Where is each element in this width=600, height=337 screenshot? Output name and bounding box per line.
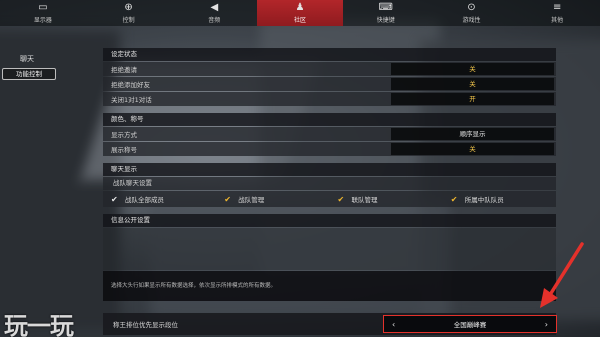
tab-community[interactable]: ♟ 社区 [257, 0, 343, 26]
setting-row: 关闭1对1对话 开 [103, 92, 556, 106]
gamepad-icon: ⊕ [124, 2, 133, 13]
checkmark-icon: ✔ [224, 194, 231, 204]
reject-invite-toggle[interactable]: 关 [391, 63, 554, 75]
chat-subheader: 战队聊天设置 [103, 177, 556, 190]
annotation-arrow-icon [540, 242, 584, 308]
monitor-icon: ▭ [38, 2, 48, 13]
tab-label: 其他 [551, 17, 564, 24]
tab-label: 控制 [122, 17, 135, 24]
setting-row: 拒绝添加好友 关 [103, 77, 556, 91]
chevron-right-icon[interactable]: › [545, 320, 548, 329]
feature-control-button[interactable]: 功能控制 [2, 68, 56, 80]
setting-label: 拒绝添加好友 [111, 81, 150, 89]
checkbox-clan-admin[interactable]: ✔ 战队管理 [216, 194, 329, 205]
checkmark-icon: ✔ [337, 194, 345, 204]
section-header-info: 信息公开设置 [103, 214, 556, 227]
tab-other[interactable]: ≡ 其他 [514, 0, 600, 26]
checkmark-icon: ✔ [111, 194, 118, 204]
setting-label: 显示方式 [111, 131, 137, 139]
tab-label: 显示器 [33, 17, 52, 24]
info-settings-area [103, 228, 556, 270]
checkbox-label: 联队管理 [351, 196, 378, 204]
setting-row: 拒绝邀请 关 [103, 62, 556, 76]
display-mode-select[interactable]: 顺序显示 [391, 128, 554, 140]
setting-row: 显示方式 顺序显示 [103, 127, 556, 141]
watermark-logo: 玩一玩 [4, 311, 74, 337]
checkbox-all-members[interactable]: ✔ 战队全部成员 [103, 194, 216, 205]
top-nav: ▭ 显示器 ⊕ 控制 ◀ 音频 ♟ 社区 ⌨ 快捷键 ⊙ 游戏性 ≡ 其他 [0, 0, 600, 26]
person-icon: ♟ [295, 2, 305, 13]
show-title-toggle[interactable]: 关 [391, 143, 554, 155]
speaker-icon: ◀ [210, 2, 219, 13]
section-header-title: 颜色、称号 [103, 113, 556, 126]
menu-icon: ≡ [552, 2, 562, 13]
tab-audio[interactable]: ◀ 音频 [171, 0, 257, 26]
sidebar-title[interactable]: 聊天 [20, 54, 34, 64]
tab-label: 音频 [208, 17, 221, 24]
tab-label: 快捷键 [376, 17, 395, 24]
tab-hotkeys[interactable]: ⌨ 快捷键 [343, 0, 429, 26]
tab-label: 游戏性 [462, 17, 481, 24]
section-header-status: 设定状态 [103, 48, 556, 61]
setting-label: 展示称号 [111, 146, 137, 154]
section-header-chat: 聊天显示 [103, 163, 556, 176]
rank-display-selector[interactable]: ‹ 全国巅峰赛 › [383, 315, 557, 333]
selector-value: 全国巅峰赛 [453, 321, 487, 329]
tab-control[interactable]: ⊕ 控制 [86, 0, 172, 26]
setting-row: 展示称号 关 [103, 142, 556, 156]
checkbox-squad-members[interactable]: ✔ 所属中队队员 [443, 194, 556, 205]
rank-display-row: 称王排位优先显示段位 ‹ 全国巅峰赛 › [103, 313, 557, 335]
checkbox-label: 所属中队队员 [464, 196, 504, 204]
checkbox-label: 战队管理 [238, 196, 265, 204]
chat-checkbox-row: ✔ 战队全部成员 ✔ 战队管理 ✔ 联队管理 ✔ 所属中队队员 [103, 191, 556, 207]
crosshair-icon: ⊙ [467, 2, 476, 13]
checkbox-alliance-admin[interactable]: ✔ 联队管理 [330, 194, 443, 205]
tab-gameplay[interactable]: ⊙ 游戏性 [429, 0, 515, 26]
checkmark-icon: ✔ [450, 194, 458, 204]
reject-friend-toggle[interactable]: 关 [391, 78, 554, 90]
settings-panel: 设定状态 拒绝邀请 关 拒绝添加好友 关 关闭1对1对话 开 颜色、称号 显示方… [103, 48, 556, 301]
tab-label: 社区 [294, 17, 307, 24]
keyboard-icon: ⌨ [378, 2, 393, 13]
chevron-left-icon[interactable]: ‹ [392, 320, 395, 329]
setting-label: 称王排位优先显示段位 [113, 321, 178, 329]
tab-display[interactable]: ▭ 显示器 [0, 0, 86, 26]
checkbox-label: 战队全部成员 [125, 196, 164, 204]
info-description: 选择大头行如果显示所有数据选择，依次显示所排模式的所有数据。 [103, 271, 556, 301]
setting-label: 拒绝邀请 [111, 66, 137, 74]
setting-label: 关闭1对1对话 [111, 96, 152, 104]
close-private-chat-toggle[interactable]: 开 [391, 93, 554, 105]
